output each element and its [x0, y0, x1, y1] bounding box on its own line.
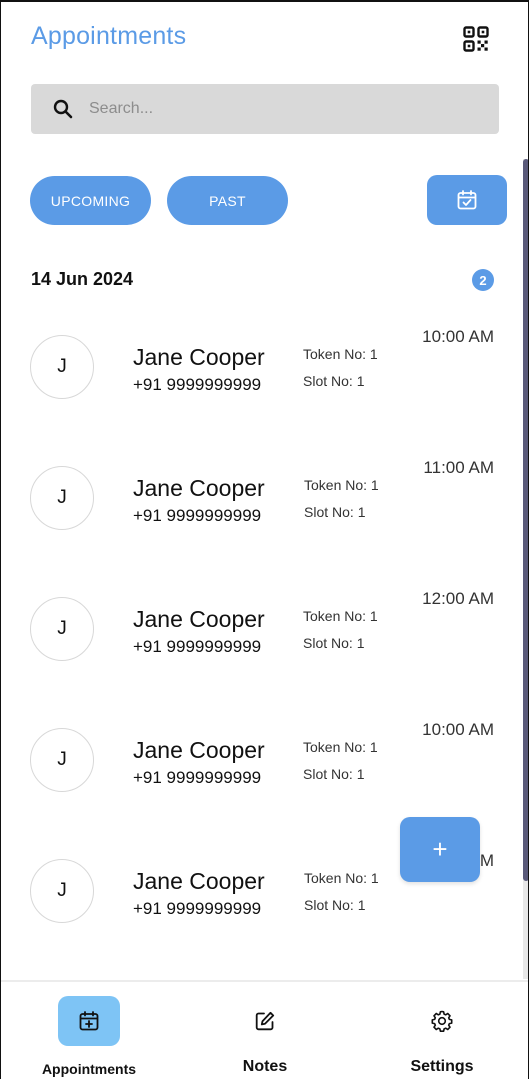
patient-name: Jane Cooper — [133, 868, 265, 894]
appointment-time: 11:00 AM — [423, 458, 494, 477]
appointment-time: 10:00 AM — [422, 327, 494, 346]
patient-phone: +91 9999999999 — [133, 375, 262, 394]
gear-icon — [431, 1010, 453, 1032]
past-tab-button[interactable]: PAST — [167, 176, 288, 225]
search-bar[interactable] — [31, 84, 499, 134]
search-icon — [53, 99, 73, 119]
nav-item-notes[interactable]: Notes — [177, 982, 353, 1079]
appointment-time: 12:00 AM — [422, 589, 494, 608]
patient-name: Jane Cooper — [133, 475, 265, 501]
nav-item-appointments[interactable]: Appointments — [1, 982, 177, 1079]
appointment-row[interactable]: J Jane Cooper +91 9999999999 Token No: 1… — [1, 322, 521, 432]
upcoming-tab-button[interactable]: UPCOMING — [30, 176, 151, 225]
scrollbar-thumb[interactable] — [523, 159, 528, 881]
nav-label: Notes — [242, 1058, 288, 1075]
calendar-filter-button[interactable] — [427, 175, 507, 225]
nav-item-settings[interactable]: Settings — [354, 982, 528, 1079]
patient-phone: +91 9999999999 — [133, 637, 262, 656]
app-screen: Appointments UPCOMING PAST 14 Jun 2 — [0, 0, 529, 1079]
patient-name: Jane Cooper — [133, 344, 265, 370]
page-title: Appointments — [31, 22, 187, 50]
calendar-plus-icon — [79, 1011, 99, 1031]
patient-phone: +91 9999999999 — [133, 506, 262, 525]
slot-number: Slot No: 1 — [303, 766, 365, 782]
token-number: Token No: 1 — [303, 346, 378, 362]
appointment-time: M — [479, 851, 494, 870]
token-number: Token No: 1 — [303, 739, 378, 755]
avatar: J — [30, 728, 94, 792]
slot-number: Slot No: 1 — [303, 635, 365, 651]
nav-label: Settings — [410, 1058, 474, 1075]
avatar: J — [30, 466, 94, 530]
avatar: J — [30, 597, 94, 661]
slot-number: Slot No: 1 — [304, 504, 366, 520]
appointment-row[interactable]: J Jane Cooper +91 9999999999 Token No: 1… — [1, 715, 521, 825]
avatar: J — [30, 335, 94, 399]
nav-icon-container — [234, 996, 296, 1046]
patient-phone: +91 9999999999 — [133, 899, 262, 918]
token-number: Token No: 1 — [304, 870, 379, 886]
nav-label: Appointments — [41, 1061, 137, 1077]
patient-name: Jane Cooper — [133, 606, 265, 632]
appointment-row[interactable]: J Jane Cooper +91 9999999999 Token No: 1… — [1, 584, 521, 694]
token-number: Token No: 1 — [304, 477, 379, 493]
slot-number: Slot No: 1 — [303, 373, 365, 389]
nav-active-indicator — [58, 996, 120, 1046]
search-input[interactable] — [87, 99, 471, 119]
patient-phone: +91 9999999999 — [133, 768, 262, 787]
slot-number: Slot No: 1 — [304, 897, 366, 913]
appointment-row[interactable]: J Jane Cooper +91 9999999999 Token No: 1… — [1, 453, 521, 563]
qr-code-icon[interactable] — [463, 26, 489, 52]
token-number: Token No: 1 — [303, 608, 378, 624]
bottom-navigation: Appointments Notes Settings — [1, 980, 528, 1079]
appointment-time: 10:00 AM — [422, 720, 494, 739]
calendar-check-icon — [457, 190, 477, 210]
patient-name: Jane Cooper — [133, 737, 265, 763]
nav-icon-container — [411, 996, 473, 1046]
edit-note-icon — [255, 1011, 275, 1031]
date-heading: 14 Jun 2024 — [31, 269, 134, 289]
add-appointment-button[interactable]: + — [400, 817, 480, 882]
appointment-count-badge: 2 — [472, 269, 494, 291]
avatar: J — [30, 859, 94, 923]
